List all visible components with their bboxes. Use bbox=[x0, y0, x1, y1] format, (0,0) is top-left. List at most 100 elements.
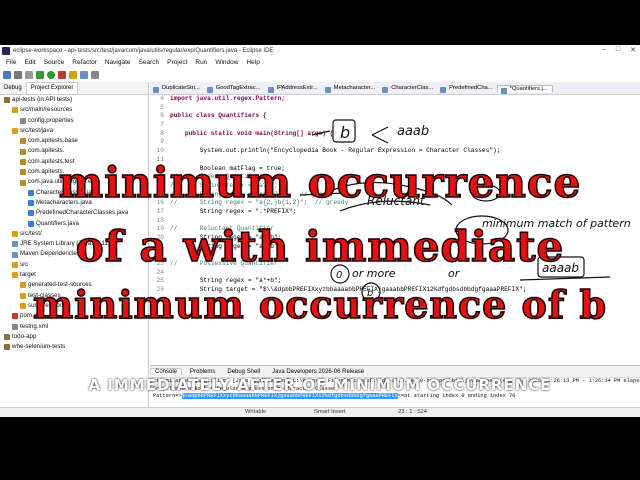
menu-bar: File Edit Source Refactor Navigate Searc… bbox=[0, 57, 640, 68]
tab-debug-shell[interactable]: Debug Shell bbox=[223, 369, 264, 375]
code-text: String regex = ".*PREFIX"; bbox=[170, 207, 297, 215]
tree-item-label: com.apitests.base bbox=[28, 137, 78, 145]
pattern-match: $\&dpbbPREFIXxyzbbaaaabbPREFIXjgaaabbPRE… bbox=[181, 393, 398, 400]
tree-item-label: target bbox=[20, 271, 36, 279]
tab-characterclass[interactable]: CharacterClas... bbox=[379, 85, 437, 93]
toolbar bbox=[0, 68, 640, 83]
line-number: 6 bbox=[160, 112, 164, 120]
tree-item[interactable]: com.apitests.base bbox=[0, 136, 148, 146]
tab-ipaddress[interactable]: IPAddressExtr... bbox=[265, 85, 322, 93]
code-text: System.out.println("Encyclopedia Book - … bbox=[170, 147, 501, 155]
tree-item-label: src/main/resources bbox=[20, 106, 73, 114]
menu-source[interactable]: Source bbox=[40, 59, 69, 66]
eclipse-logo-icon bbox=[2, 47, 10, 55]
code-line: 10 System.out.println("Encyclopedia Book… bbox=[150, 147, 640, 156]
tree-item-icon bbox=[12, 107, 18, 114]
title-bar: eclipse-workspace - api-tests/src/test/j… bbox=[0, 45, 640, 57]
tab-duplicate[interactable]: DuplicateStri... bbox=[150, 85, 204, 93]
tree-item[interactable]: com.apitests. bbox=[0, 146, 148, 156]
tree-item-label: api-tests (in API tests) bbox=[12, 96, 73, 103]
tree-item-icon bbox=[12, 272, 18, 279]
menu-search[interactable]: Search bbox=[135, 59, 164, 66]
tree-item-icon bbox=[20, 117, 26, 124]
menu-window[interactable]: Window bbox=[211, 59, 242, 66]
tree-item-icon bbox=[4, 333, 10, 340]
tree-item[interactable]: api-tests (in API tests) bbox=[0, 95, 148, 105]
new-icon[interactable] bbox=[3, 71, 11, 79]
console-pattern-line[interactable]: Pattern=>$\&dpbbPREFIXxyzbbaaaabbPREFIXj… bbox=[150, 393, 640, 401]
tree-item[interactable]: src/test/java bbox=[0, 126, 148, 136]
code-line: 17 String regex = ".*PREFIX"; bbox=[150, 208, 640, 217]
code-text: public class Quantifiers { bbox=[170, 112, 267, 120]
tree-item-label: todo-app bbox=[12, 332, 37, 340]
tab-debug[interactable]: Debug bbox=[0, 85, 26, 91]
pattern-suffix: <=at starting index 0 ending index 70 bbox=[397, 393, 516, 400]
tree-item-icon bbox=[20, 148, 26, 155]
tree-item-icon bbox=[4, 344, 10, 351]
caption-line-3: minimum occurrence of b bbox=[32, 281, 608, 328]
status-writable: Writable bbox=[245, 409, 267, 415]
tree-item[interactable]: todo-app bbox=[0, 332, 148, 342]
tree-item-label: src/test/java bbox=[20, 126, 54, 134]
menu-help[interactable]: Help bbox=[242, 59, 263, 66]
tree-item-label: whe-selenium-tests bbox=[12, 343, 66, 351]
menu-run[interactable]: Run bbox=[191, 59, 211, 66]
code-line: 9 bbox=[150, 138, 640, 147]
status-bar: Writable Smart Insert 23 : 1 : 524 bbox=[0, 407, 640, 417]
menu-project[interactable]: Project bbox=[163, 59, 191, 66]
run-icon[interactable] bbox=[47, 71, 55, 79]
left-view-tabs: Debug Project Explorer bbox=[0, 82, 148, 95]
window-controls: – □ ✕ bbox=[602, 46, 636, 54]
maximize-icon[interactable]: □ bbox=[616, 46, 620, 54]
code-line: 7 bbox=[150, 121, 640, 130]
window-title: eclipse-workspace - api-tests/src/test/j… bbox=[13, 48, 274, 54]
tree-item-label: PredefinedCharacterClasses.java bbox=[36, 209, 129, 217]
minimize-icon[interactable]: – bbox=[602, 46, 606, 54]
menu-refactor[interactable]: Refactor bbox=[68, 59, 101, 66]
code-line: 5 bbox=[150, 104, 640, 113]
tree-item-label: com.apitests. bbox=[28, 147, 65, 155]
tree-item[interactable]: whe-selenium-tests bbox=[0, 342, 148, 352]
line-number: 17 bbox=[156, 207, 164, 215]
tab-problems[interactable]: Problems bbox=[186, 369, 219, 375]
new-package-icon[interactable] bbox=[69, 71, 77, 79]
menu-edit[interactable]: Edit bbox=[20, 59, 39, 66]
save-icon[interactable] bbox=[14, 71, 22, 79]
tree-item-label: config.properties bbox=[28, 116, 74, 124]
code-line: 8 public static void main(String[] args)… bbox=[150, 130, 640, 139]
tab-goodtag[interactable]: GoodTagExtrac... bbox=[204, 85, 265, 93]
line-number: 5 bbox=[160, 103, 164, 111]
tree-item[interactable]: target bbox=[0, 270, 148, 280]
pattern-prefix: Pattern=> bbox=[153, 393, 182, 400]
menu-navigate[interactable]: Navigate bbox=[101, 59, 135, 66]
line-number: 9 bbox=[160, 138, 164, 146]
tree-item-icon bbox=[4, 97, 10, 104]
print-icon[interactable] bbox=[25, 71, 33, 79]
search-icon[interactable] bbox=[91, 71, 99, 79]
tab-metacharacter[interactable]: Metacharacter... bbox=[322, 85, 380, 93]
code-text: public static void main(String[] args) { bbox=[170, 129, 334, 137]
tree-item-icon bbox=[20, 138, 26, 145]
caption-line-1: minimum occurrence bbox=[58, 157, 582, 208]
editor-tabs: DuplicateStri... GoodTagExtrac... IPAddr… bbox=[150, 82, 640, 95]
line-number: 7 bbox=[160, 121, 164, 129]
tab-project-explorer[interactable]: Project Explorer bbox=[25, 82, 79, 94]
status-insert: Smart Insert bbox=[314, 409, 346, 415]
menu-file[interactable]: File bbox=[2, 59, 20, 66]
close-icon[interactable]: ✕ bbox=[630, 46, 636, 54]
new-class-icon[interactable] bbox=[80, 71, 88, 79]
tab-quantifiers[interactable]: *Quantifiers.j... bbox=[496, 84, 553, 94]
tree-item-icon bbox=[28, 210, 34, 217]
debug-icon[interactable] bbox=[36, 71, 44, 79]
code-line: 6 public class Quantifiers { bbox=[150, 112, 640, 121]
tab-java-developers[interactable]: Java Developers 2026-06 Release bbox=[268, 369, 368, 375]
tab-predefined[interactable]: PredefinedCha... bbox=[437, 85, 497, 93]
code-text: import java.util.regex.Pattern; bbox=[170, 95, 286, 102]
line-number: 8 bbox=[160, 129, 164, 137]
tree-item-icon bbox=[12, 128, 18, 135]
tree-item[interactable]: PredefinedCharacterClasses.java bbox=[0, 208, 148, 218]
stop-icon[interactable] bbox=[58, 71, 66, 79]
tree-item[interactable]: src/main/resources bbox=[0, 105, 148, 115]
tab-console[interactable]: Console bbox=[150, 368, 183, 375]
tree-item[interactable]: config.properties bbox=[0, 116, 148, 126]
